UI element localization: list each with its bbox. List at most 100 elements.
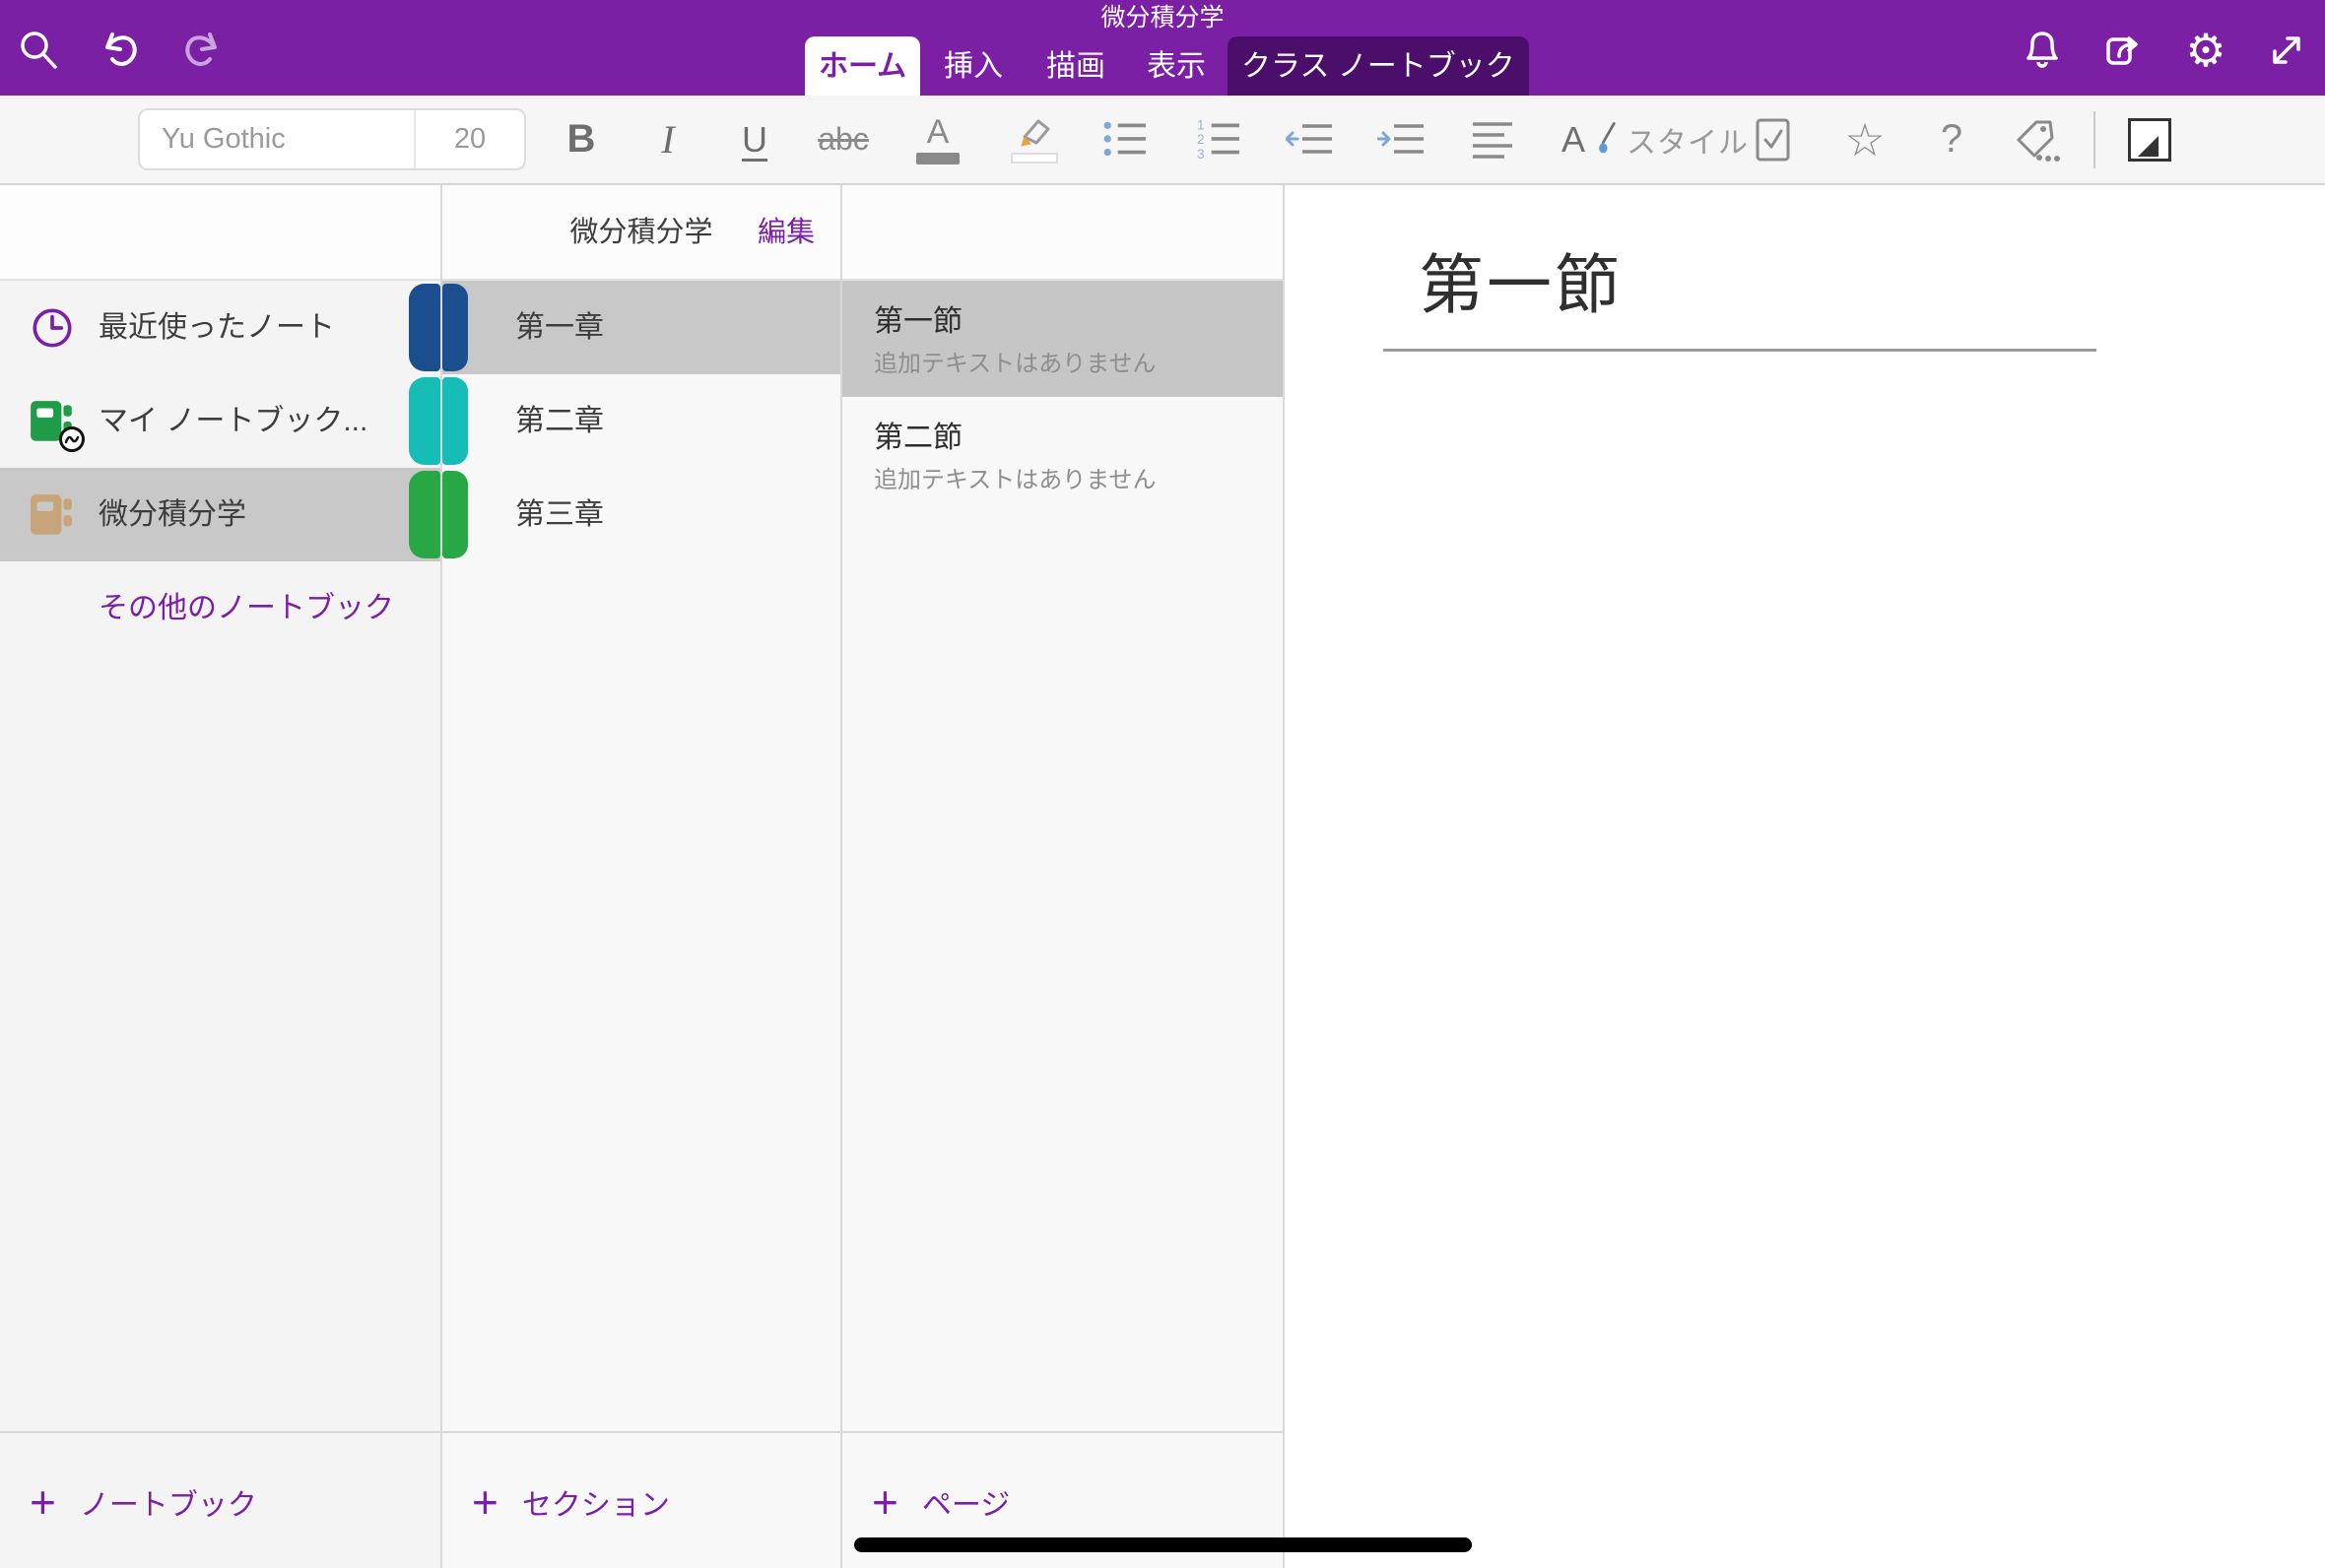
sidebar-item-label: マイ ノートブック... — [99, 374, 367, 468]
todo-tag-button[interactable] — [1754, 96, 1793, 183]
font-picker[interactable]: Yu Gothic 20 — [138, 108, 526, 170]
font-size-value[interactable]: 20 — [414, 110, 524, 168]
styles-button[interactable]: A スタイル — [1561, 96, 1749, 183]
share-icon — [2101, 27, 2149, 74]
notebook-color-tab — [409, 377, 440, 465]
notebook-color-tab — [409, 471, 440, 558]
notebooks-footer: + ノートブック — [0, 1431, 440, 1568]
bullet-list-button[interactable] — [1102, 96, 1148, 183]
brush-icon — [1595, 121, 1617, 159]
star-icon: ☆ — [1844, 117, 1885, 163]
page-canvas[interactable]: 第一節 — [1285, 185, 2325, 1568]
tab-insert[interactable]: 挿入 — [944, 36, 1003, 96]
numbered-list-icon: 1 2 3 — [1196, 117, 1241, 163]
add-notebook-button[interactable]: + ノートブック — [30, 1433, 257, 1568]
section-item-1[interactable]: 第一章 — [442, 281, 840, 374]
plus-icon: + — [472, 1479, 498, 1525]
tag-button[interactable] — [2013, 96, 2062, 183]
indent-button[interactable] — [1377, 96, 1425, 183]
notebook-color-tab — [409, 284, 440, 371]
section-color-stripe — [442, 471, 468, 558]
sidebar-item-label: 微分積分学 — [99, 468, 246, 561]
font-color-swatch — [916, 153, 960, 164]
sections-footer: + セクション — [442, 1431, 840, 1568]
pages-header — [842, 185, 1283, 281]
sync-badge-icon — [59, 426, 85, 452]
expand-icon — [2263, 27, 2310, 74]
svg-text:3: 3 — [1197, 146, 1205, 161]
italic-button[interactable]: I — [661, 96, 674, 183]
sections-header: 微分積分学 編集 — [442, 185, 840, 281]
alignment-icon — [1471, 118, 1514, 162]
tab-home[interactable]: ホーム — [805, 36, 920, 96]
notebooks-panel: 最近使ったノート マイ ノートブック... 微分積 — [0, 185, 440, 1568]
bell-icon — [2019, 27, 2066, 74]
plus-icon: + — [30, 1479, 56, 1525]
page-item-1[interactable]: 第一節 追加テキストはありません — [842, 281, 1283, 397]
sidebar-item-label: 最近使ったノート — [99, 281, 335, 374]
divider-sections-pages — [840, 185, 842, 1568]
page-subtitle: 追加テキストはありません — [874, 460, 1157, 494]
gear-icon: ⚙ — [2185, 27, 2225, 74]
checkbox-icon — [1754, 116, 1793, 163]
clock-icon — [28, 303, 77, 353]
sidebar-item-recent-notes[interactable]: 最近使ったノート — [0, 281, 440, 374]
tag-icon — [2013, 116, 2062, 163]
indent-icon — [1377, 118, 1425, 162]
edit-button[interactable]: 編集 — [758, 185, 815, 281]
section-color-stripe — [442, 284, 468, 371]
section-color-stripe — [442, 377, 468, 465]
add-section-button[interactable]: + セクション — [472, 1433, 670, 1568]
sections-panel: 微分積分学 編集 第一章 第二章 第三章 + セクション — [442, 185, 840, 1568]
outdent-icon — [1286, 118, 1333, 162]
ribbon-tabs: ホーム 挿入 描画 表示 クラス ノートブック — [0, 36, 2325, 96]
divider-pages-content — [1283, 185, 1285, 1568]
notebook-green-icon — [28, 397, 77, 446]
question-tag-button[interactable]: ? — [1941, 96, 1962, 183]
highlight-button[interactable] — [1011, 96, 1058, 183]
tab-view[interactable]: 表示 — [1147, 36, 1206, 96]
font-color-button[interactable]: A — [916, 96, 960, 183]
sidebar-item-my-notebook[interactable]: マイ ノートブック... — [0, 374, 440, 468]
highlight-swatch — [1011, 153, 1058, 163]
page-item-2[interactable]: 第二節 追加テキストはありません — [842, 397, 1283, 513]
notebook-title: 微分積分学 — [0, 2, 2325, 33]
pages-panel: 第一節 追加テキストはありません 第二節 追加テキストはありません + ページ — [842, 185, 1283, 1568]
bullet-list-icon — [1102, 117, 1148, 163]
tab-class-notebook[interactable]: クラス ノートブック — [1228, 36, 1529, 96]
note-page-icon — [2128, 118, 2171, 162]
styles-letter: A — [1561, 119, 1585, 161]
home-indicator[interactable] — [854, 1537, 1472, 1552]
strikethrough-button[interactable]: abc — [818, 96, 869, 183]
formatting-toolbar: Yu Gothic 20 B I U abc A 1 2 3 — [0, 96, 2325, 185]
important-tag-button[interactable]: ☆ — [1844, 96, 1885, 183]
outdent-button[interactable] — [1286, 96, 1333, 183]
page-subtitle: 追加テキストはありません — [874, 344, 1157, 378]
svg-text:1: 1 — [1197, 117, 1205, 132]
fullscreen-button[interactable] — [2262, 26, 2311, 75]
settings-button[interactable]: ⚙ — [2181, 26, 2230, 75]
note-fold-shape — [2138, 136, 2159, 157]
section-item-3[interactable]: 第三章 — [442, 468, 840, 561]
styles-label: スタイル — [1627, 118, 1749, 162]
section-item-2[interactable]: 第二章 — [442, 374, 840, 468]
top-app-bar: 微分積分学 ホーム 挿入 描画 表示 クラス ノートブック ⚙ — [0, 0, 2325, 96]
numbered-list-button[interactable]: 1 2 3 — [1196, 96, 1241, 183]
font-color-letter: A — [927, 115, 950, 149]
page-title-text[interactable]: 第一節 — [1419, 232, 1623, 327]
notebook-tan-icon — [28, 490, 77, 540]
alignment-button[interactable] — [1471, 96, 1514, 183]
bold-button[interactable]: B — [567, 96, 596, 183]
tab-draw[interactable]: 描画 — [1046, 36, 1105, 96]
more-notebooks-link[interactable]: その他のノートブック — [99, 561, 394, 655]
underline-button[interactable]: U — [742, 96, 767, 183]
sidebar-item-calculus[interactable]: 微分積分学 — [0, 468, 440, 561]
highlighter-icon — [1011, 115, 1058, 151]
page-title-underline — [1383, 349, 2096, 352]
divider-sidebar-sections — [440, 185, 442, 1568]
notifications-button[interactable] — [2018, 26, 2067, 75]
notebooks-header — [0, 185, 440, 281]
font-family-value[interactable]: Yu Gothic — [140, 123, 414, 156]
page-view-button[interactable] — [2128, 96, 2171, 183]
share-button[interactable] — [2100, 26, 2150, 75]
